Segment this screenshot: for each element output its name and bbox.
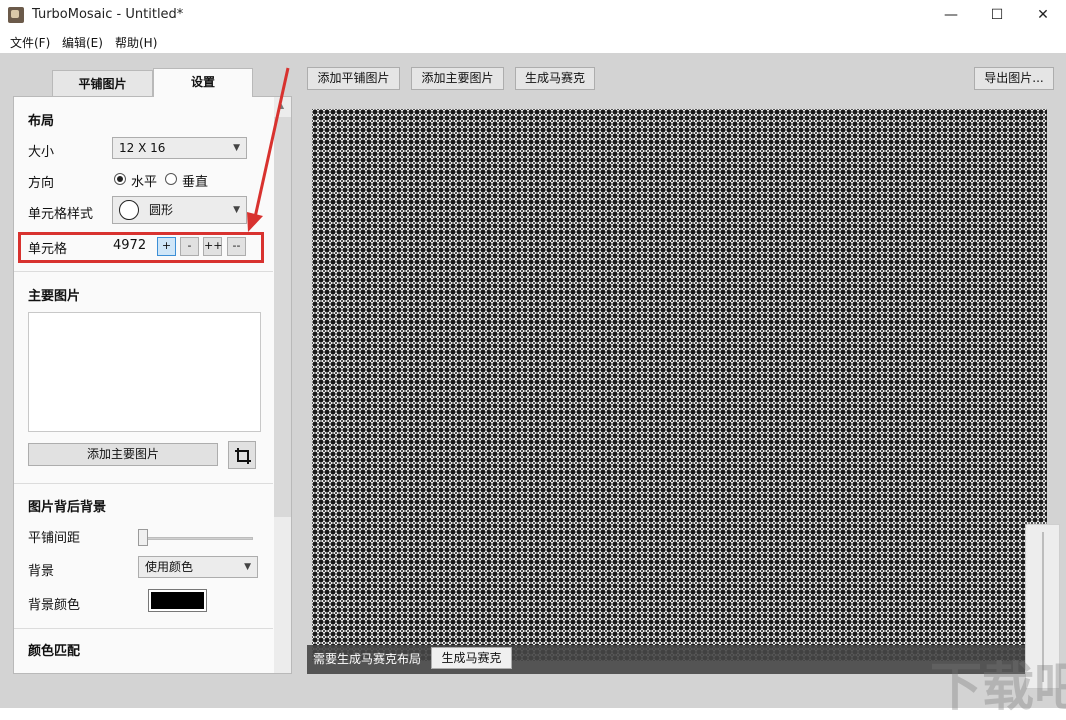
add-main-image-button[interactable]: 添加主要图片 bbox=[28, 443, 218, 466]
menu-bar: 文件(F) 编辑(E) 帮助(H) bbox=[0, 31, 1066, 53]
chevron-down-icon: ▼ bbox=[233, 143, 240, 153]
export-image-button[interactable]: 导出图片... bbox=[974, 67, 1054, 90]
crop-icon bbox=[235, 448, 251, 464]
orientation-vertical-label: 垂直 bbox=[182, 175, 209, 190]
orientation-label: 方向 bbox=[28, 176, 55, 191]
size-label: 大小 bbox=[28, 145, 55, 160]
status-generate-button[interactable]: 生成马赛克 bbox=[431, 647, 512, 669]
app-icon bbox=[8, 7, 24, 23]
tab-settings[interactable]: 设置 bbox=[153, 68, 253, 97]
main-image-section-title: 主要图片 bbox=[28, 289, 81, 304]
section-divider bbox=[14, 271, 273, 272]
title-bar: TurboMosaic - Untitled* — ☐ ✕ bbox=[0, 0, 1066, 31]
cells-highlight-box bbox=[18, 232, 264, 263]
cell-style-dropdown[interactable]: 圆形 ▼ bbox=[112, 196, 247, 224]
cell-style-label: 单元格样式 bbox=[28, 207, 94, 222]
circle-icon bbox=[119, 200, 139, 220]
color-match-section-title: 颜色匹配 bbox=[28, 644, 81, 659]
spacing-label: 平铺间距 bbox=[28, 531, 81, 546]
close-button[interactable]: ✕ bbox=[1020, 0, 1066, 31]
section-divider bbox=[14, 483, 273, 484]
maximize-button[interactable]: ☐ bbox=[974, 0, 1020, 31]
background-label: 背景 bbox=[28, 564, 55, 579]
menu-file[interactable]: 文件(F) bbox=[10, 34, 50, 51]
cell-style-value: 圆形 bbox=[149, 203, 174, 217]
status-message: 需要生成马赛克布局 bbox=[313, 652, 422, 666]
menu-edit[interactable]: 编辑(E) bbox=[62, 34, 103, 51]
chevron-down-icon: ▼ bbox=[244, 562, 251, 572]
window-title: TurboMosaic - Untitled* bbox=[32, 7, 184, 22]
chevron-down-icon: ▼ bbox=[233, 205, 240, 215]
add-main-image-toolbar-button[interactable]: 添加主要图片 bbox=[411, 67, 504, 90]
mosaic-canvas[interactable] bbox=[312, 109, 1047, 661]
background-value: 使用颜色 bbox=[145, 560, 194, 574]
orientation-horizontal-radio[interactable] bbox=[114, 173, 126, 185]
crop-button[interactable] bbox=[228, 441, 256, 469]
settings-scroll-thumb[interactable] bbox=[274, 117, 291, 517]
spacing-slider-track[interactable] bbox=[138, 537, 253, 540]
minimize-button[interactable]: — bbox=[928, 0, 974, 31]
tab-tile-images[interactable]: 平铺图片 bbox=[52, 70, 153, 97]
layout-section-title: 布局 bbox=[28, 114, 55, 129]
scroll-up-icon[interactable]: ▲ bbox=[278, 101, 284, 110]
background-color-swatch[interactable] bbox=[148, 589, 207, 612]
orientation-horizontal-label: 水平 bbox=[131, 175, 158, 190]
orientation-vertical-radio[interactable] bbox=[165, 173, 177, 185]
background-dropdown[interactable]: 使用颜色 ▼ bbox=[138, 556, 258, 578]
size-value: 12 X 16 bbox=[119, 141, 166, 155]
size-dropdown[interactable]: 12 X 16 ▼ bbox=[112, 137, 247, 159]
main-image-preview bbox=[28, 312, 261, 432]
spacing-slider-thumb[interactable] bbox=[138, 529, 148, 546]
add-tile-images-button[interactable]: 添加平铺图片 bbox=[307, 67, 400, 90]
background-color-fill bbox=[151, 592, 204, 609]
generate-mosaic-button[interactable]: 生成马赛克 bbox=[515, 67, 595, 90]
section-divider bbox=[14, 628, 273, 629]
watermark: 下载吧 bbox=[930, 658, 1066, 718]
background-section-title: 图片背后背景 bbox=[28, 500, 107, 515]
background-color-label: 背景颜色 bbox=[28, 598, 81, 613]
menu-help[interactable]: 帮助(H) bbox=[115, 34, 157, 51]
